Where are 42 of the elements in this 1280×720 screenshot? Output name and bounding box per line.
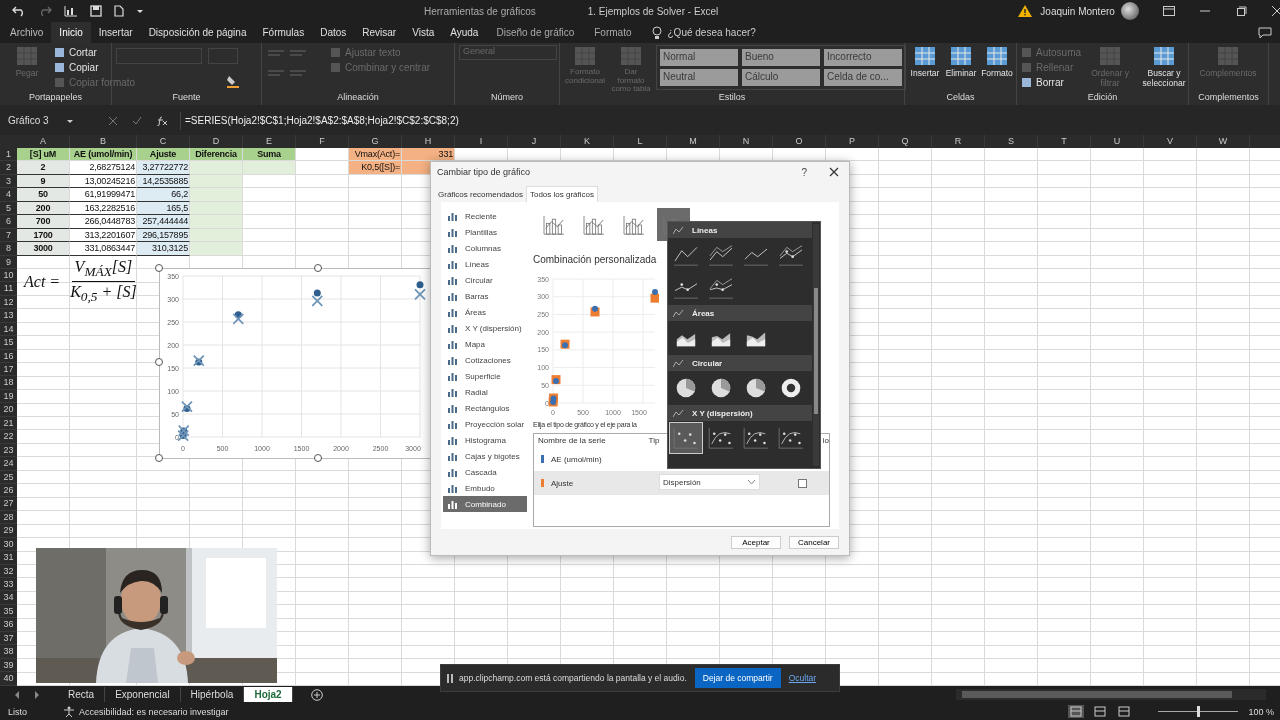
column-title-cell: [S] uM bbox=[17, 148, 70, 162]
table-cell: 2 bbox=[17, 161, 70, 175]
label-cell: K0,5([S])= bbox=[349, 161, 402, 175]
group-label: Alineación bbox=[336, 92, 380, 104]
status-text: Listo bbox=[8, 706, 27, 717]
group-label: Celdas bbox=[945, 92, 976, 104]
equation-denominator: K$_{0,5}$ + [S] bbox=[70, 282, 137, 306]
group-label: Número bbox=[490, 92, 524, 104]
group-label: Portapapeles bbox=[27, 92, 83, 104]
group-label: Edición bbox=[1086, 92, 1119, 104]
series-name: AE (umol/min) bbox=[551, 454, 602, 464]
tool-group-title: Herramientas de gráficos bbox=[424, 5, 536, 17]
group-label: Complementos bbox=[1197, 92, 1260, 104]
equation-numerator: V$_{MÁX}$[S] bbox=[71, 258, 136, 283]
table-cell: 257,444444 bbox=[137, 215, 190, 229]
section-heading: Combinación personalizada bbox=[533, 254, 658, 265]
column-title-cell: Ajuste bbox=[137, 148, 190, 162]
column-header: io bbox=[822, 436, 829, 445]
section-label: Líneas bbox=[692, 225, 718, 235]
column-header: Nombre de la serie bbox=[538, 436, 606, 445]
section-label: X Y (dispersión) bbox=[692, 408, 753, 418]
dialog-title: Cambiar tipo de gráfico bbox=[437, 167, 531, 177]
label-cell: 331 bbox=[402, 148, 455, 162]
column-header: Tip bbox=[648, 436, 660, 445]
group-label: Fuente bbox=[171, 92, 202, 104]
table-cell: 50 bbox=[17, 188, 70, 202]
table-cell: 3000 bbox=[17, 242, 70, 256]
window-title: 1. Ejemplos de Solver - Excel bbox=[587, 5, 719, 17]
column-title-cell: AE (umol/min) bbox=[70, 148, 137, 162]
series-name: Ajuste bbox=[551, 478, 574, 488]
section-label: Áreas bbox=[692, 308, 715, 318]
table-cell: 3,27722772 bbox=[137, 161, 190, 175]
table-cell: 66,2 bbox=[137, 188, 190, 202]
share-message: app.clipchamp.com está compartiendo la pantalla y el audio. bbox=[459, 673, 687, 683]
equation-left-side: Act = bbox=[24, 272, 61, 291]
column-title-cell: Suma bbox=[243, 148, 296, 162]
section-label: Circular bbox=[692, 358, 723, 368]
table-cell: 310,3125 bbox=[137, 242, 190, 256]
column-title-cell: Diferencia bbox=[190, 148, 243, 162]
group-label: Estilos bbox=[717, 92, 747, 104]
label-cell: Vmax(Act)= bbox=[349, 148, 402, 162]
table-cell: 700 bbox=[17, 215, 70, 229]
